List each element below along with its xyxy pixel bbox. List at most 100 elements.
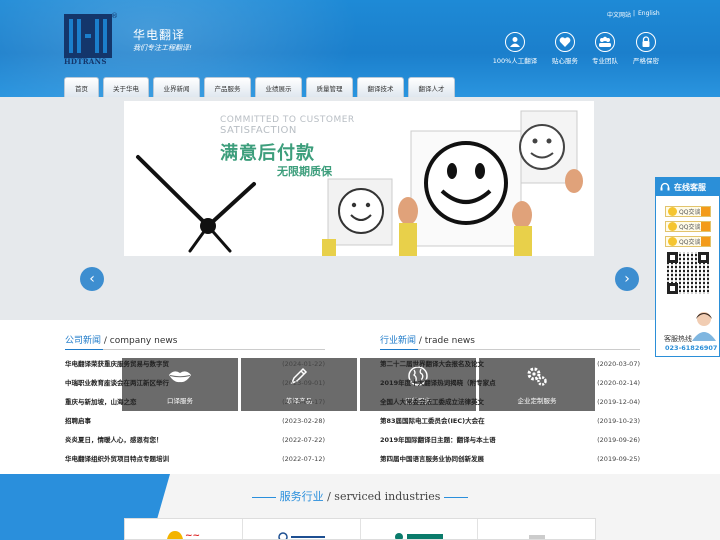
news-date: (2023-02-28) xyxy=(282,417,325,425)
client-logos-strip: ~~ xyxy=(124,518,596,540)
news-date: (2020-03-07) xyxy=(597,360,640,368)
chat-bubble-icon xyxy=(701,207,710,216)
qq-label: QQ交谈 xyxy=(679,224,701,231)
client-logo-3[interactable] xyxy=(361,519,479,539)
list-item[interactable]: 招聘启事 (2023-02-28) xyxy=(65,412,325,431)
feature-confidentiality: 严格保密 xyxy=(621,32,671,65)
client-logo-shell[interactable]: ~~ xyxy=(125,519,243,539)
list-item[interactable]: 2019年度十大翻译热词揭晓（附专家点 (2020-02-14) xyxy=(380,374,640,393)
registered-mark: ® xyxy=(111,12,118,20)
news-title[interactable]: 第二十二届世界翻译大会报名及论文 xyxy=(380,355,484,374)
list-item[interactable]: 中瑞职业教育座谈会在两江新区举行 (2023-09-01) xyxy=(65,374,325,393)
news-title[interactable]: 华电翻译组织外贸项目特点专题培训 xyxy=(65,450,169,469)
headset-icon xyxy=(660,182,670,191)
svg-text:~~: ~~ xyxy=(185,531,200,539)
list-item[interactable]: 全国人大常委会法工委成立法律英文 (2019-12-04) xyxy=(380,393,640,412)
state-grid-logo-icon xyxy=(394,533,443,539)
news-title[interactable]: 2019年国际翻译日主题：翻译与本土语 xyxy=(380,431,496,450)
news-title[interactable]: 全国人大常委会法工委成立法律英文 xyxy=(380,393,484,412)
list-item[interactable]: 重庆与新加坡，山海之恋 (2023-07-17) xyxy=(65,393,325,412)
list-item[interactable]: 华电翻译荣获重庆服务贸易与数字贸 (2024-01-22) xyxy=(65,355,325,374)
heading-cn: 公司新闻 xyxy=(65,336,102,346)
qq-penguin-icon xyxy=(668,222,677,231)
nav-talent[interactable]: 翻译人才 xyxy=(408,77,455,97)
nav-achievements[interactable]: 业绩展示 xyxy=(255,77,302,97)
heading-en: / serviced industries xyxy=(323,490,441,503)
person-icon xyxy=(510,37,520,47)
heading-dash-right xyxy=(444,496,469,498)
nav-industry-news[interactable]: 业界新闻 xyxy=(153,77,200,97)
banner-section: COMMITTED TO CUSTOMER SATISFACTION 满意后付款… xyxy=(0,97,720,411)
hotline-phone[interactable]: 023-61826907 xyxy=(665,344,717,352)
nav-home[interactable]: 首页 xyxy=(64,77,99,97)
feature-label: 100%人工翻译 xyxy=(492,57,538,65)
list-item[interactable]: 2019年国际翻译日主题：翻译与本土语 (2019-09-26) xyxy=(380,431,640,450)
lang-chinese-link[interactable]: 中文网站 xyxy=(607,10,631,19)
news-date: (2024-01-22) xyxy=(282,360,325,368)
news-date: (2019-10-23) xyxy=(597,417,640,425)
logo-text: HDTRANS xyxy=(64,57,107,66)
list-item[interactable]: 华电翻译组织外贸项目特点专题培训 (2022-07-12) xyxy=(65,450,325,469)
qr-code xyxy=(667,252,709,294)
industries-section: 服务行业 / serviced industries ~~ xyxy=(0,474,720,540)
brand-slogan: 我们专注工程翻译! xyxy=(133,44,192,52)
news-title[interactable]: 第四届中国语言服务业协同创新发展 xyxy=(380,450,484,469)
news-date: (2019-12-04) xyxy=(597,398,640,406)
qq-chat-button[interactable]: QQ交谈 xyxy=(665,206,711,217)
news-title[interactable]: 中瑞职业教育座谈会在两江新区举行 xyxy=(65,374,169,393)
list-item[interactable]: 第二十二届世界翻译大会报名及论文 (2020-03-07) xyxy=(380,355,640,374)
client-logo-2[interactable] xyxy=(243,519,361,539)
qq-penguin-icon xyxy=(668,237,677,246)
qq-chat-button[interactable]: QQ交谈 xyxy=(665,236,711,247)
brand-name: 华电翻译 xyxy=(133,28,186,42)
team-icon xyxy=(599,36,611,47)
trade-news-heading[interactable]: 行业新闻 / trade news xyxy=(380,333,640,350)
banner-next-arrow[interactable]: › xyxy=(615,267,639,291)
trade-news-panel: 行业新闻 / trade news 第二十二届世界翻译大会报名及论文 (2020-… xyxy=(380,333,640,469)
online-service-panel: 在线客服 QQ交谈 QQ交谈 QQ交谈 客服热线 023-61826907 xyxy=(655,177,720,357)
trade-news-list: 第二十二届世界翻译大会报名及论文 (2020-03-07) 2019年度十大翻译热… xyxy=(380,355,640,469)
banner-slide[interactable]: COMMITTED TO CUSTOMER SATISFACTION 满意后付款… xyxy=(124,101,594,256)
news-title[interactable]: 炎炎夏日，情暖人心，感恩有您！ xyxy=(65,431,163,450)
heading-dash-left xyxy=(251,496,276,498)
client-logo-4[interactable] xyxy=(478,519,595,539)
news-title[interactable]: 招聘启事 xyxy=(65,412,91,431)
nav-technology[interactable]: 翻译技术 xyxy=(357,77,404,97)
site-header: ® HDTRANS 华电翻译 我们专注工程翻译! 中文网站 | English … xyxy=(0,0,720,97)
news-date: (2023-07-17) xyxy=(282,398,325,406)
company-news-panel: 公司新闻 / company news 华电翻译荣获重庆服务贸易与数字贸 (202… xyxy=(65,333,325,469)
news-title[interactable]: 重庆与新加坡，山海之恋 xyxy=(65,393,137,412)
list-item[interactable]: 第83届国际电工委员会(IEC)大会在 (2019-10-23) xyxy=(380,412,640,431)
feature-human-translation: 100%人工翻译 xyxy=(490,32,540,65)
hdtrans-logo[interactable] xyxy=(64,14,112,58)
hotline-label: 客服热线 xyxy=(664,335,692,343)
main-nav: 首页 关于华电 业界新闻 产品服务 业绩展示 质量管理 翻译技术 翻译人才 xyxy=(64,77,455,97)
list-item[interactable]: 炎炎夏日，情暖人心，感恩有您！ (2022-07-22) xyxy=(65,431,325,450)
qq-label: QQ交谈 xyxy=(679,239,701,246)
qq-chat-button[interactable]: QQ交谈 xyxy=(665,221,711,232)
clock-hands-illustration xyxy=(136,110,583,256)
list-item[interactable]: 第四届中国语言服务业协同创新发展 (2019-09-25) xyxy=(380,450,640,469)
nav-quality[interactable]: 质量管理 xyxy=(306,77,353,97)
news-title[interactable]: 华电翻译荣获重庆服务贸易与数字贸 xyxy=(65,355,169,374)
feature-label: 严格保密 xyxy=(633,57,659,65)
company-news-heading[interactable]: 公司新闻 / company news xyxy=(65,333,325,350)
shell-logo-icon: ~~ xyxy=(167,531,200,539)
industries-heading: 服务行业 / serviced industries xyxy=(0,488,720,504)
client-emblem-icon xyxy=(278,532,326,539)
nav-products[interactable]: 产品服务 xyxy=(204,77,251,97)
nav-about[interactable]: 关于华电 xyxy=(103,77,149,97)
chat-bubble-icon xyxy=(701,237,710,246)
online-service-title: 在线客服 xyxy=(674,182,706,192)
news-title[interactable]: 2019年度十大翻译热词揭晓（附专家点 xyxy=(380,374,496,393)
news-title[interactable]: 第83届国际电工委员会(IEC)大会在 xyxy=(380,412,485,431)
company-news-list: 华电翻译荣获重庆服务贸易与数字贸 (2024-01-22) 中瑞职业教育座谈会在两… xyxy=(65,355,325,469)
online-service-header[interactable]: 在线客服 xyxy=(656,178,719,196)
lang-english-link[interactable]: English xyxy=(638,10,660,17)
banner-prev-arrow[interactable]: ‹ xyxy=(80,267,104,291)
chat-bubble-icon xyxy=(701,222,710,231)
client-emblem-icon xyxy=(528,535,545,539)
news-date: (2019-09-26) xyxy=(597,436,640,444)
heart-icon xyxy=(559,37,571,47)
news-date: (2020-02-14) xyxy=(597,379,640,387)
